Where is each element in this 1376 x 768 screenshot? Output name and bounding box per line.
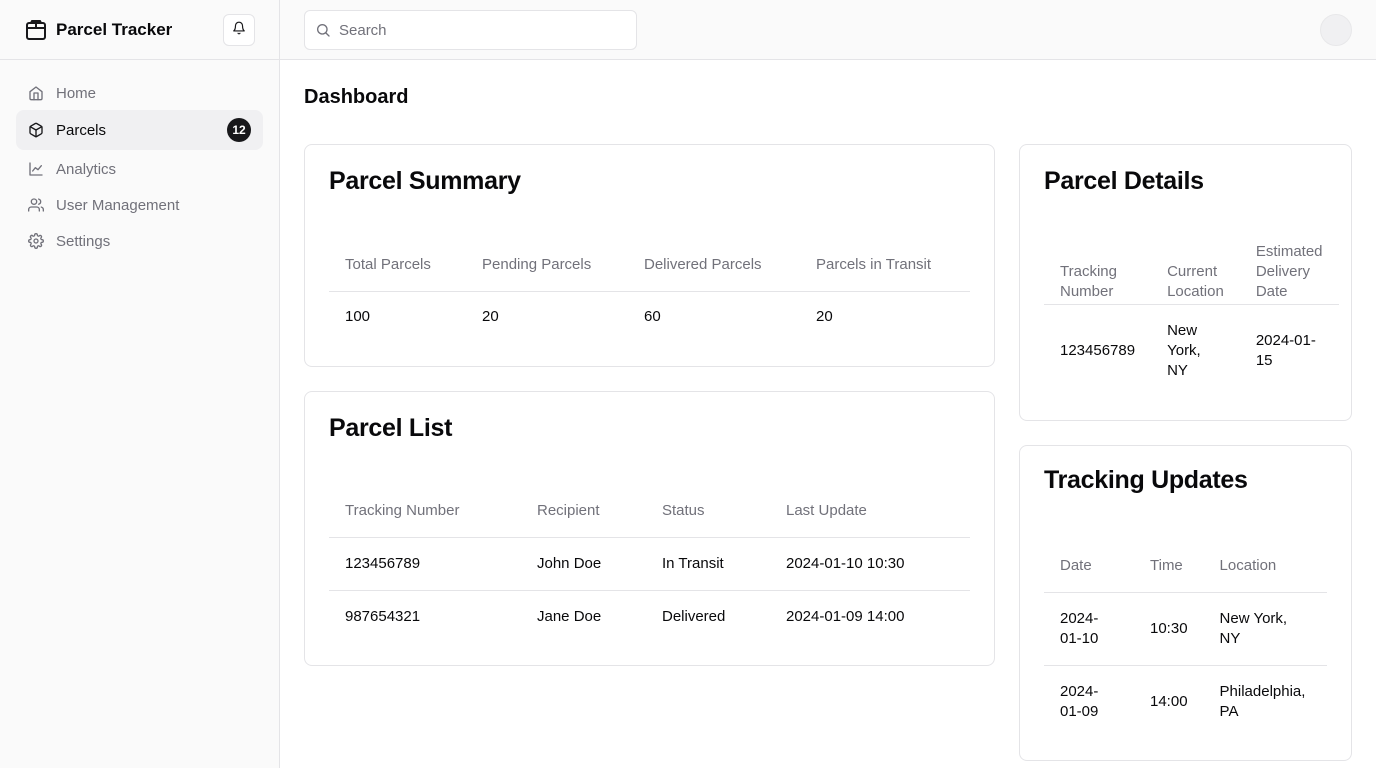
table-cell: 60 [644, 308, 661, 326]
parcels-count-badge: 12 [227, 118, 251, 142]
home-icon [28, 85, 44, 101]
column-header: Date [1060, 556, 1092, 574]
table-header-row: Tracking Number Current Location Estimat… [1044, 240, 1339, 304]
bell-icon [232, 21, 246, 40]
sidebar-item-user-management[interactable]: User Management [16, 186, 263, 224]
users-icon [28, 197, 44, 213]
sidebar-nav: Home Parcels 12 Analytics User Managemen… [0, 60, 279, 272]
details-table: Tracking Number Current Location Estimat… [1044, 240, 1339, 397]
table-cell: New York, NY [1167, 321, 1201, 379]
parcel-list-card: Parcel List Tracking Number Recipient St… [304, 391, 995, 666]
table-cell: 100 [345, 308, 371, 326]
table-cell: 20 [482, 308, 499, 326]
parcel-summary-card: Parcel Summary Total Parcels Pending Par… [304, 144, 995, 367]
table-cell: 20 [816, 308, 833, 326]
card-title: Parcel Details [1044, 167, 1204, 195]
column-header: Total Parcels [345, 255, 431, 273]
parcel-details-card: Parcel Details Tracking Number Current L… [1019, 144, 1352, 421]
line-chart-icon [28, 161, 44, 177]
table-header-row: Total Parcels Pending Parcels Delivered … [329, 235, 970, 291]
column-header: Estimated Delivery Date [1255, 242, 1323, 300]
table-cell: 2024-01-10 10:30 [786, 554, 905, 572]
table-row: 123456789 New York, NY 2024-01-15 [1044, 304, 1339, 397]
sidebar-item-label: User Management [56, 196, 180, 214]
table-cell: New York, NY [1219, 609, 1288, 647]
column-header: Tracking Number [1060, 262, 1117, 300]
column-header: Delivered Parcels [644, 255, 762, 273]
package-icon [28, 122, 44, 138]
search-box[interactable] [304, 10, 637, 50]
table-row[interactable]: 987654321 Jane Doe Delivered 2024-01-09 … [329, 590, 970, 643]
column-header: Time [1150, 556, 1183, 574]
table-row: 2024-01-09 14:00 Philadelphia, PA [1044, 665, 1327, 738]
table-cell: Philadelphia, PA [1219, 682, 1306, 720]
column-header: Location [1219, 556, 1277, 574]
table-row: 100 20 60 20 [329, 291, 970, 343]
table-cell: 2024-01-15 [1255, 331, 1316, 369]
summary-table: Total Parcels Pending Parcels Delivered … [329, 235, 970, 343]
card-title: Parcel Summary [329, 167, 521, 195]
column-header: Current Location [1167, 262, 1224, 300]
sidebar-item-label: Home [56, 84, 97, 102]
user-avatar[interactable] [1320, 14, 1352, 46]
sidebar-item-label: Analytics [56, 160, 117, 178]
top-bar [280, 0, 1376, 60]
table-cell: Delivered [662, 607, 726, 625]
sidebar: Parcel Tracker Home Parcels 12 Analytics… [0, 0, 280, 768]
sidebar-item-label: Settings [56, 232, 111, 250]
notifications-button[interactable] [223, 14, 255, 46]
table-cell: 2024-01-09 [1060, 682, 1099, 720]
search-input[interactable] [339, 21, 619, 39]
table-cell: 10:30 [1150, 619, 1188, 637]
table-cell: In Transit [662, 554, 724, 572]
table-cell: 2024-01-10 [1060, 609, 1099, 647]
sidebar-item-home[interactable]: Home [16, 74, 263, 112]
sidebar-item-parcels[interactable]: Parcels 12 [16, 110, 263, 150]
column-header: Status [662, 501, 705, 519]
table-row[interactable]: 123456789 John Doe In Transit 2024-01-10… [329, 537, 970, 590]
package-logo-icon [24, 18, 48, 42]
table-cell: 123456789 [345, 554, 421, 572]
sidebar-item-analytics[interactable]: Analytics [16, 150, 263, 188]
table-cell: 123456789 [1060, 341, 1136, 359]
sidebar-header: Parcel Tracker [0, 0, 279, 60]
gear-icon [28, 233, 44, 249]
table-header-row: Date Time Location [1044, 536, 1327, 592]
column-header: Recipient [537, 501, 600, 519]
sidebar-item-settings[interactable]: Settings [16, 222, 263, 260]
table-cell: 14:00 [1150, 692, 1188, 710]
column-header: Tracking Number [345, 501, 460, 519]
parcel-list-table: Tracking Number Recipient Status Last Up… [329, 481, 970, 643]
tracking-updates-table: Date Time Location 2024-01-10 10:30 New … [1044, 536, 1327, 738]
table-cell: 2024-01-09 14:00 [786, 607, 905, 625]
tracking-updates-card: Tracking Updates Date Time Location 2024… [1019, 445, 1352, 761]
table-cell: 987654321 [345, 607, 421, 625]
card-title: Tracking Updates [1044, 466, 1248, 494]
table-cell: John Doe [537, 554, 602, 572]
search-icon [315, 22, 331, 38]
page-title: Dashboard [304, 86, 409, 108]
column-header: Pending Parcels [482, 255, 592, 273]
column-header: Parcels in Transit [816, 255, 932, 273]
table-cell: Jane Doe [537, 607, 602, 625]
app-title: Parcel Tracker [56, 19, 173, 39]
card-title: Parcel List [329, 414, 453, 442]
column-header: Last Update [786, 501, 867, 519]
table-header-row: Tracking Number Recipient Status Last Up… [329, 481, 970, 537]
sidebar-item-label: Parcels [56, 121, 107, 139]
table-row: 2024-01-10 10:30 New York, NY [1044, 592, 1327, 665]
